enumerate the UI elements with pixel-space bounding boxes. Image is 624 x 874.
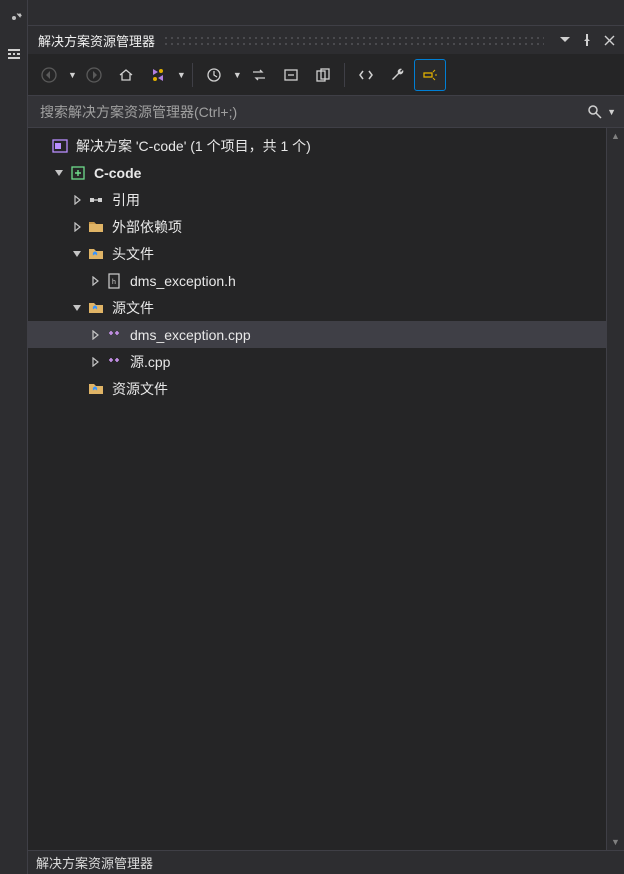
view-code-button[interactable] [351,60,381,90]
search-icon[interactable]: ▼ [587,104,616,120]
preview-button[interactable] [415,60,445,90]
solution-node[interactable]: 解决方案 'C-code' (1 个项目，共 1 个) [28,132,606,159]
tree-item-label: 引用 [112,190,140,210]
close-icon[interactable] [600,31,618,49]
panel-title-bar: 解决方案资源管理器 [28,26,624,54]
settings-icon[interactable] [4,8,24,28]
references-icon [86,192,106,208]
project-icon [68,165,88,181]
panel-title: 解决方案资源管理器 [38,31,155,50]
folder-icon [86,300,106,316]
scroll-up-icon[interactable]: ▲ [611,128,620,144]
back-dropdown-icon[interactable]: ▼ [68,70,77,80]
chevron-collapsed-icon[interactable] [70,222,84,232]
solution-explorer-panel: 解决方案资源管理器 ▼ ▼ ▼ [28,0,624,874]
search-input[interactable]: 搜索解决方案资源管理器(Ctrl+;) ▼ [28,96,624,128]
scrollbar-track[interactable] [607,144,624,834]
sources-folder[interactable]: 源文件 [28,294,606,321]
pin-icon[interactable] [578,31,596,49]
tree-area: 解决方案 'C-code' (1 个项目，共 1 个) C-code 引用外部依赖项… [28,128,624,850]
file-dms-exception-cpp[interactable]: dms_exception.cpp [28,321,606,348]
chevron-expanded-icon[interactable] [70,249,84,259]
toolbar-separator [344,63,345,87]
toolbar-separator [192,63,193,87]
sync-button[interactable] [244,60,274,90]
solution-icon [50,138,70,154]
back-button [34,60,64,90]
collapse-all-button[interactable] [276,60,306,90]
tree-item-label: 源.cpp [130,352,170,372]
external-icon [86,219,106,235]
tree-item-label: C-code [94,165,141,181]
resources-folder[interactable]: 资源文件 [28,375,606,402]
project-node[interactable]: C-code [28,159,606,186]
references-node[interactable]: 引用 [28,186,606,213]
vertical-scrollbar[interactable]: ▲ ▼ [606,128,624,850]
chevron-collapsed-icon[interactable] [88,330,102,340]
chevron-collapsed-icon[interactable] [70,195,84,205]
grip-dots[interactable] [163,35,544,45]
chevron-expanded-icon[interactable] [70,303,84,313]
properties-button[interactable] [383,60,413,90]
file-dms-exception-h[interactable]: h dms_exception.h [28,267,606,294]
chevron-collapsed-icon[interactable] [88,357,102,367]
chevron-expanded-icon[interactable] [52,168,66,178]
show-all-files-button[interactable] [308,60,338,90]
tree-item-label: 资源文件 [112,379,168,399]
headers-folder[interactable]: 头文件 [28,240,606,267]
toolbox-icon[interactable] [4,44,24,64]
external-deps-node[interactable]: 外部依赖项 [28,213,606,240]
header-icon: h [104,273,124,289]
tree-item-label: 外部依赖项 [112,217,182,237]
switch-views-dropdown-icon[interactable]: ▼ [177,70,186,80]
dropdown-arrow-icon[interactable] [556,31,574,49]
solution-tree[interactable]: 解决方案 'C-code' (1 个项目，共 1 个) C-code 引用外部依赖项… [28,128,606,850]
search-placeholder: 搜索解决方案资源管理器(Ctrl+;) [36,102,587,122]
cpp-icon [104,354,124,370]
ide-left-rail [0,0,28,874]
forward-button [79,60,109,90]
svg-text:h: h [112,279,116,286]
tree-item-label: dms_exception.h [130,273,236,289]
file-yuan-cpp[interactable]: 源.cpp [28,348,606,375]
home-button[interactable] [111,60,141,90]
filter-dropdown-icon[interactable]: ▼ [233,70,242,80]
pending-changes-filter-button[interactable] [199,60,229,90]
panel-footer-tab[interactable]: 解决方案资源管理器 [28,850,624,874]
tree-item-label: 解决方案 'C-code' (1 个项目，共 1 个) [76,136,311,156]
footer-tab-label: 解决方案资源管理器 [36,853,153,872]
folder-icon [86,381,106,397]
chevron-collapsed-icon[interactable] [88,276,102,286]
folder-icon [86,246,106,262]
cpp-icon [104,327,124,343]
blank-header [28,0,624,26]
switch-views-button[interactable] [143,60,173,90]
tree-item-label: 源文件 [112,298,154,318]
scroll-down-icon[interactable]: ▼ [611,834,620,850]
panel-toolbar: ▼ ▼ ▼ [28,54,624,96]
chevron-down-icon: ▼ [607,107,616,117]
tree-item-label: 头文件 [112,244,154,264]
tree-item-label: dms_exception.cpp [130,327,251,343]
